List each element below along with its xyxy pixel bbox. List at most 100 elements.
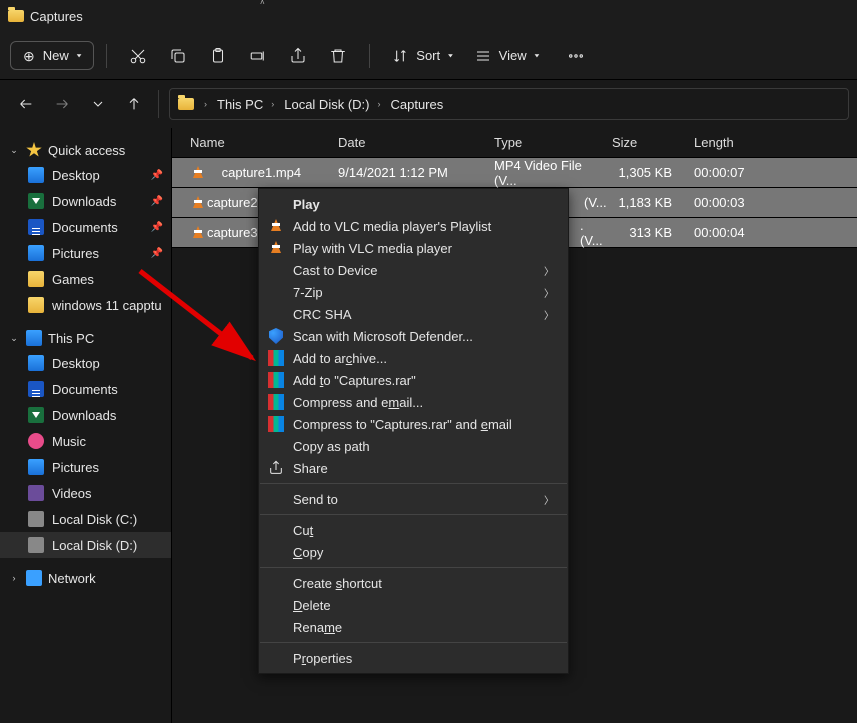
chevron-right-icon: 〉 bbox=[544, 307, 554, 322]
sidebar-this-pc[interactable]: ⌄ This PC bbox=[0, 326, 171, 350]
ctx-send-to[interactable]: Send to〉 bbox=[259, 488, 568, 510]
chevron-down-icon: ⌄ bbox=[8, 333, 20, 344]
chevron-down-icon: ▾ bbox=[535, 52, 540, 60]
vlc-icon bbox=[268, 240, 284, 256]
sidebar-network[interactable]: › Network bbox=[0, 566, 171, 590]
pin-icon: 📌 bbox=[151, 222, 163, 233]
chevron-right-icon: › bbox=[204, 99, 207, 109]
separator bbox=[106, 44, 107, 68]
winrar-icon bbox=[268, 416, 284, 432]
new-button[interactable]: ⊕ New ▾ bbox=[10, 41, 94, 70]
ctx-rename[interactable]: Rename bbox=[259, 616, 568, 638]
ctx-compress-email[interactable]: Compress and email... bbox=[259, 391, 568, 413]
sidebar-item-pictures[interactable]: Pictures bbox=[0, 454, 171, 480]
sidebar-item-games[interactable]: Games bbox=[0, 266, 171, 292]
toolbar: ⊕ New ▾ Sort ▾ View ▾ bbox=[0, 32, 857, 80]
view-button[interactable]: View ▾ bbox=[465, 42, 549, 70]
sidebar-item-music[interactable]: Music bbox=[0, 428, 171, 454]
sidebar-item-videos[interactable]: Videos bbox=[0, 480, 171, 506]
ctx-delete[interactable]: Delete bbox=[259, 594, 568, 616]
ctx-add-rar[interactable]: Add to "Captures.rar" bbox=[259, 369, 568, 391]
pictures-icon bbox=[28, 459, 44, 475]
column-header-size[interactable]: Size bbox=[606, 135, 688, 150]
ctx-cut[interactable]: Cut bbox=[259, 519, 568, 541]
separator bbox=[158, 90, 159, 118]
rename-button[interactable] bbox=[239, 38, 277, 74]
star-icon bbox=[26, 142, 42, 158]
network-icon bbox=[26, 570, 42, 586]
breadcrumb-item[interactable]: This PC› bbox=[217, 97, 278, 112]
pictures-icon bbox=[28, 245, 44, 261]
sidebar: ⌄ Quick access Desktop📌 Downloads📌 Docum… bbox=[0, 128, 172, 723]
sort-button[interactable]: Sort ▾ bbox=[382, 42, 462, 70]
titlebar: Captures bbox=[0, 0, 857, 32]
ctx-copy-path[interactable]: Copy as path bbox=[259, 435, 568, 457]
share-button[interactable] bbox=[279, 38, 317, 74]
copy-button[interactable] bbox=[159, 38, 197, 74]
window-title: Captures bbox=[30, 9, 83, 24]
chevron-right-icon: 〉 bbox=[544, 492, 554, 507]
cut-button[interactable] bbox=[119, 38, 157, 74]
disk-icon bbox=[28, 511, 44, 527]
recent-button[interactable] bbox=[80, 86, 116, 122]
vlc-icon bbox=[190, 195, 191, 211]
column-header-date[interactable]: Date bbox=[332, 135, 488, 150]
ctx-cast[interactable]: Cast to Device〉 bbox=[259, 259, 568, 281]
ctx-shortcut[interactable]: Create shortcut bbox=[259, 572, 568, 594]
breadcrumb-item[interactable]: Local Disk (D:)› bbox=[284, 97, 384, 112]
chevron-right-icon: 〉 bbox=[544, 285, 554, 300]
sidebar-item-desktop[interactable]: Desktop bbox=[0, 350, 171, 376]
new-button-label: New bbox=[43, 48, 69, 63]
ctx-crc-sha[interactable]: CRC SHA〉 bbox=[259, 303, 568, 325]
desktop-icon bbox=[28, 355, 44, 371]
sidebar-quick-access[interactable]: ⌄ Quick access bbox=[0, 138, 171, 162]
sidebar-item-desktop[interactable]: Desktop📌 bbox=[0, 162, 171, 188]
chevron-down-icon: ▾ bbox=[448, 52, 453, 60]
paste-button[interactable] bbox=[199, 38, 237, 74]
column-header-name[interactable]: Name bbox=[184, 135, 332, 150]
pin-icon: 📌 bbox=[151, 170, 163, 181]
sidebar-item-downloads[interactable]: Downloads bbox=[0, 402, 171, 428]
folder-icon bbox=[28, 297, 44, 313]
sidebar-item-pictures[interactable]: Pictures📌 bbox=[0, 240, 171, 266]
sidebar-label: Network bbox=[48, 571, 96, 586]
winrar-icon bbox=[268, 372, 284, 388]
vlc-icon bbox=[190, 225, 191, 241]
music-icon bbox=[28, 433, 44, 449]
chevron-down-icon: ▾ bbox=[77, 52, 82, 60]
sidebar-item-disk-d[interactable]: Local Disk (D:) bbox=[0, 532, 171, 558]
share-icon bbox=[267, 459, 285, 477]
documents-icon bbox=[28, 219, 44, 235]
ctx-add-playlist[interactable]: Add to VLC media player's Playlist bbox=[259, 215, 568, 237]
column-header-length[interactable]: Length bbox=[688, 135, 778, 150]
sidebar-item-documents[interactable]: Documents📌 bbox=[0, 214, 171, 240]
sidebar-item-captures[interactable]: windows 11 capptu bbox=[0, 292, 171, 318]
ctx-copy[interactable]: Copy bbox=[259, 541, 568, 563]
ctx-properties[interactable]: Properties bbox=[259, 647, 568, 669]
sidebar-item-disk-c[interactable]: Local Disk (C:) bbox=[0, 506, 171, 532]
up-button[interactable] bbox=[116, 86, 152, 122]
column-header-type[interactable]: Type bbox=[488, 135, 606, 150]
ctx-7zip[interactable]: 7-Zip〉 bbox=[259, 281, 568, 303]
ctx-add-archive[interactable]: Add to archive... bbox=[259, 347, 568, 369]
pin-icon: 📌 bbox=[151, 196, 163, 207]
forward-button[interactable] bbox=[44, 86, 80, 122]
ctx-share[interactable]: Share bbox=[259, 457, 568, 479]
ctx-compress-rar-email[interactable]: Compress to "Captures.rar" and email bbox=[259, 413, 568, 435]
file-row[interactable]: capture1.mp4 9/14/2021 1:12 PM MP4 Video… bbox=[172, 158, 857, 188]
ctx-defender[interactable]: Scan with Microsoft Defender... bbox=[259, 325, 568, 347]
view-label: View bbox=[499, 48, 527, 63]
sidebar-item-downloads[interactable]: Downloads📌 bbox=[0, 188, 171, 214]
vlc-icon bbox=[268, 218, 284, 234]
vlc-icon bbox=[190, 165, 206, 181]
back-button[interactable] bbox=[8, 86, 44, 122]
delete-button[interactable] bbox=[319, 38, 357, 74]
address-bar[interactable]: › This PC› Local Disk (D:)› Captures bbox=[169, 88, 849, 120]
sidebar-item-documents[interactable]: Documents bbox=[0, 376, 171, 402]
ctx-play-vlc[interactable]: Play with VLC media player bbox=[259, 237, 568, 259]
breadcrumb-item[interactable]: Captures bbox=[390, 97, 443, 112]
plus-icon: ⊕ bbox=[23, 49, 35, 63]
sort-label: Sort bbox=[416, 48, 440, 63]
more-button[interactable] bbox=[557, 38, 595, 74]
ctx-play[interactable]: Play bbox=[259, 193, 568, 215]
